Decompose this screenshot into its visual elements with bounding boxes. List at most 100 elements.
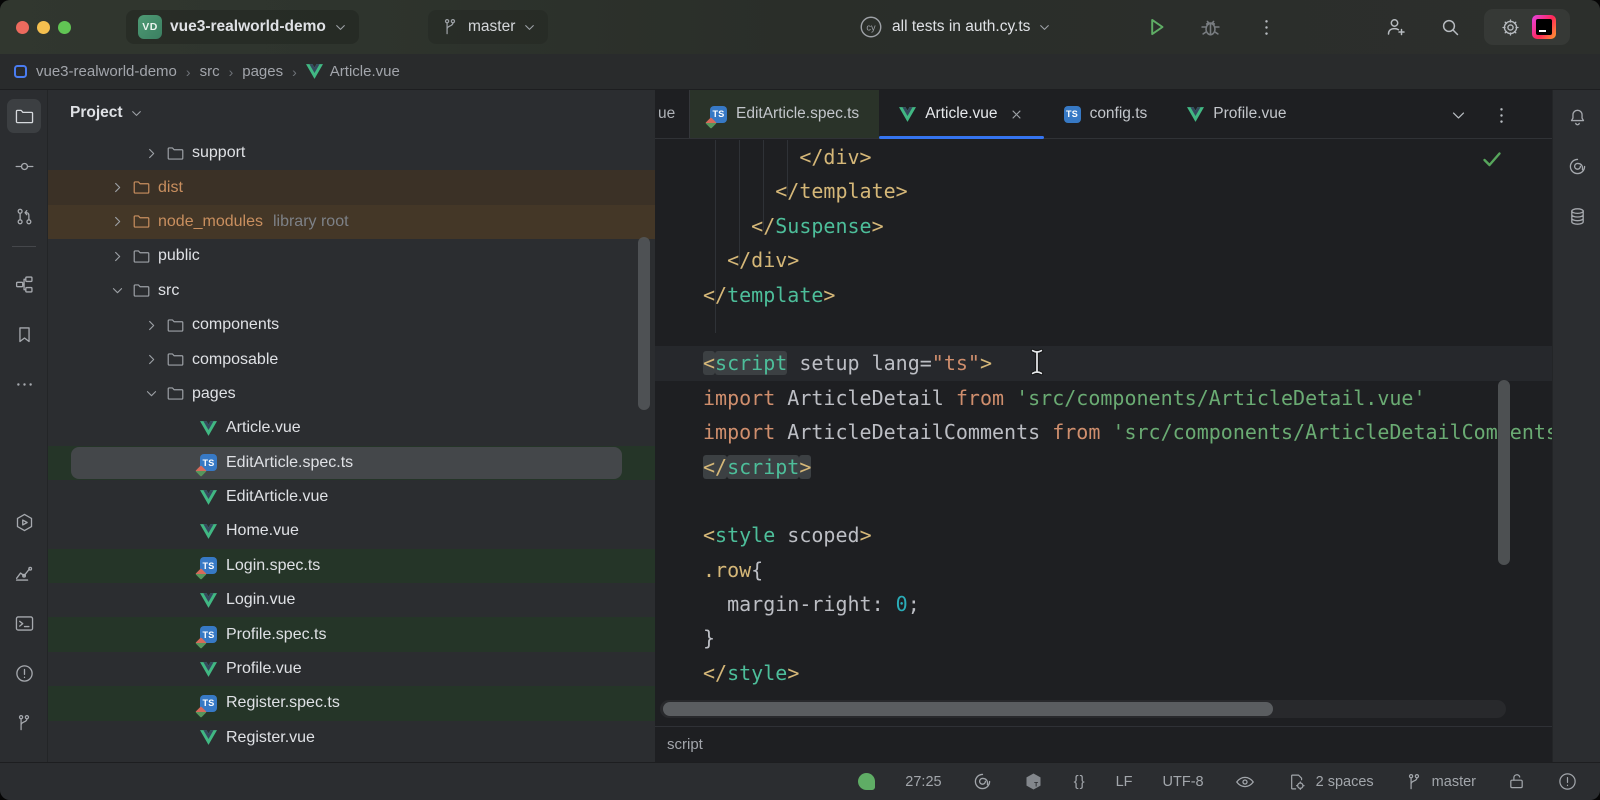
tree-item-home-vue[interactable]: Home.vue <box>48 514 655 548</box>
project-tool-button[interactable] <box>7 99 41 133</box>
run-configuration-widget[interactable]: cy all tests in auth.cy.ts <box>858 10 1051 44</box>
tree-item-public[interactable]: public <box>48 239 655 273</box>
more-actions-button[interactable] <box>1252 13 1280 41</box>
editor-tab-editarticle-spec-ts[interactable]: TSEditArticle.spec.ts <box>690 90 879 138</box>
editor-tab-ue[interactable]: ue <box>655 90 690 138</box>
inspections-widget[interactable] <box>1557 771 1578 792</box>
commit-tool-button[interactable] <box>7 149 41 183</box>
code-line[interactable] <box>655 312 1552 346</box>
inspections-ok-icon[interactable] <box>1480 147 1504 176</box>
debug-button[interactable] <box>1196 13 1224 41</box>
tree-item-login-spec-ts[interactable]: TSLogin.spec.ts <box>48 549 655 583</box>
editor-tab-config-ts[interactable]: TSconfig.ts <box>1044 90 1168 138</box>
structure-tool-button[interactable] <box>7 267 41 301</box>
tree-item-node-modules[interactable]: node_moduleslibrary root <box>48 205 655 239</box>
maximize-window-button[interactable] <box>58 21 71 34</box>
editor-breadcrumb[interactable]: script <box>655 726 1552 762</box>
bookmarks-tool-button[interactable] <box>7 317 41 351</box>
settings-gear-button[interactable] <box>1499 16 1522 39</box>
reader-mode[interactable] <box>1234 771 1256 793</box>
code-line[interactable]: import ArticleDetailComments from 'src/c… <box>655 415 1552 449</box>
tree-item-login-vue[interactable]: Login.vue <box>48 583 655 617</box>
editor-tab-article-vue[interactable]: Article.vue <box>879 90 1043 138</box>
interpreter-status[interactable]: T <box>1023 771 1044 792</box>
chevron-down-icon[interactable] <box>106 283 128 298</box>
close-tab-icon[interactable] <box>1009 107 1024 122</box>
tree-item-support[interactable]: support <box>48 136 655 170</box>
tree-item-editarticle-spec-ts[interactable]: TSEditArticle.spec.ts <box>48 446 655 480</box>
tree-item-composable[interactable]: composable <box>48 342 655 376</box>
chevron-down-icon[interactable] <box>140 386 162 401</box>
code-line[interactable]: <script setup lang="ts"> <box>655 346 1552 380</box>
hidden-tabs-button[interactable] <box>1445 102 1471 128</box>
code-line[interactable]: </script> <box>655 450 1552 484</box>
tree-item-article-vue[interactable]: Article.vue <box>48 411 655 445</box>
project-widget[interactable]: VD vue3-realworld-demo <box>126 10 359 44</box>
minimize-window-button[interactable] <box>37 21 50 34</box>
chevron-right-icon[interactable] <box>106 180 128 195</box>
tree-item-pages[interactable]: pages <box>48 377 655 411</box>
analysis-status[interactable] <box>858 773 875 790</box>
tab-options-button[interactable] <box>1488 102 1514 128</box>
services-tool-button[interactable] <box>7 505 41 539</box>
chevron-right-icon[interactable] <box>140 352 162 367</box>
scrollbar-thumb[interactable] <box>663 702 1273 716</box>
line-separator[interactable]: LF <box>1116 774 1133 790</box>
chevron-right-icon[interactable] <box>140 318 162 333</box>
close-window-button[interactable] <box>16 21 29 34</box>
tree-item-editarticle-vue[interactable]: EditArticle.vue <box>48 480 655 514</box>
code-line[interactable]: } <box>655 621 1552 655</box>
code-editor[interactable]: </div> </template> </Suspense> </div></t… <box>655 140 1552 726</box>
code-line[interactable]: </Suspense> <box>655 209 1552 243</box>
version-control-tool-button[interactable] <box>7 706 41 740</box>
run-button[interactable] <box>1142 13 1170 41</box>
branch-widget[interactable]: master <box>428 10 548 44</box>
ai-assistant-tool-button[interactable] <box>1560 149 1594 183</box>
breadcrumb-item-pages[interactable]: pages <box>242 63 283 80</box>
breadcrumb-item-article-vue[interactable]: Article.vue <box>306 63 400 80</box>
tree-item-register-vue[interactable]: Register.vue <box>48 721 655 755</box>
database-tool-button[interactable] <box>1560 199 1594 233</box>
search-everywhere-button[interactable] <box>1436 13 1464 41</box>
file-encoding[interactable]: UTF-8 <box>1163 774 1204 790</box>
tree-item-dist[interactable]: dist <box>48 170 655 204</box>
chevron-right-icon[interactable] <box>106 214 128 229</box>
terminal-tool-button[interactable] <box>7 606 41 640</box>
code-line[interactable]: <style scoped> <box>655 518 1552 552</box>
tree-item-profile-spec-ts[interactable]: TSProfile.spec.ts <box>48 617 655 651</box>
lock-status[interactable] <box>1506 771 1527 792</box>
code-line[interactable]: </div> <box>655 243 1552 277</box>
chevron-right-icon[interactable] <box>140 146 162 161</box>
tree-item-components[interactable]: components <box>48 308 655 342</box>
project-tree-scrollbar[interactable] <box>638 237 650 410</box>
problems-tool-button[interactable] <box>7 656 41 690</box>
ai-assistant-status[interactable] <box>972 771 993 792</box>
git-branch-widget[interactable]: master <box>1404 772 1476 792</box>
code-line[interactable] <box>655 484 1552 518</box>
code-line[interactable]: </template> <box>655 278 1552 312</box>
endpoints-tool-button[interactable] <box>7 556 41 590</box>
caret-position[interactable]: 27:25 <box>905 774 941 790</box>
code-line[interactable]: .row{ <box>655 553 1552 587</box>
notifications-tool-button[interactable] <box>1560 100 1594 134</box>
pull-requests-tool-button[interactable] <box>7 199 41 233</box>
code-line[interactable]: </template> <box>655 174 1552 208</box>
tree-item-register-spec-ts[interactable]: TSRegister.spec.ts <box>48 686 655 720</box>
project-panel-header[interactable]: Project <box>48 90 655 136</box>
code-line[interactable]: </style> <box>655 656 1552 690</box>
breadcrumb-item-src[interactable]: src <box>200 63 220 80</box>
code-line[interactable]: </div> <box>655 140 1552 174</box>
code-style-status[interactable]: {} <box>1074 773 1086 790</box>
code-with-me-button[interactable] <box>1382 13 1410 41</box>
code-line[interactable]: import ArticleDetail from 'src/component… <box>655 381 1552 415</box>
editor-horizontal-scrollbar[interactable] <box>660 700 1506 718</box>
more-tools-button[interactable] <box>7 367 41 401</box>
editor-tab-profile-vue[interactable]: Profile.vue <box>1167 90 1306 138</box>
tree-item-src[interactable]: src <box>48 274 655 308</box>
tree-item-profile-vue[interactable]: Profile.vue <box>48 652 655 686</box>
chevron-right-icon[interactable] <box>106 249 128 264</box>
breadcrumb-item-vue3-realworld-demo[interactable]: vue3-realworld-demo <box>36 63 177 80</box>
code-line[interactable]: margin-right: 0; <box>655 587 1552 621</box>
editor-vertical-scrollbar[interactable] <box>1498 380 1510 565</box>
indent-setting[interactable]: 2 spaces <box>1286 771 1374 793</box>
